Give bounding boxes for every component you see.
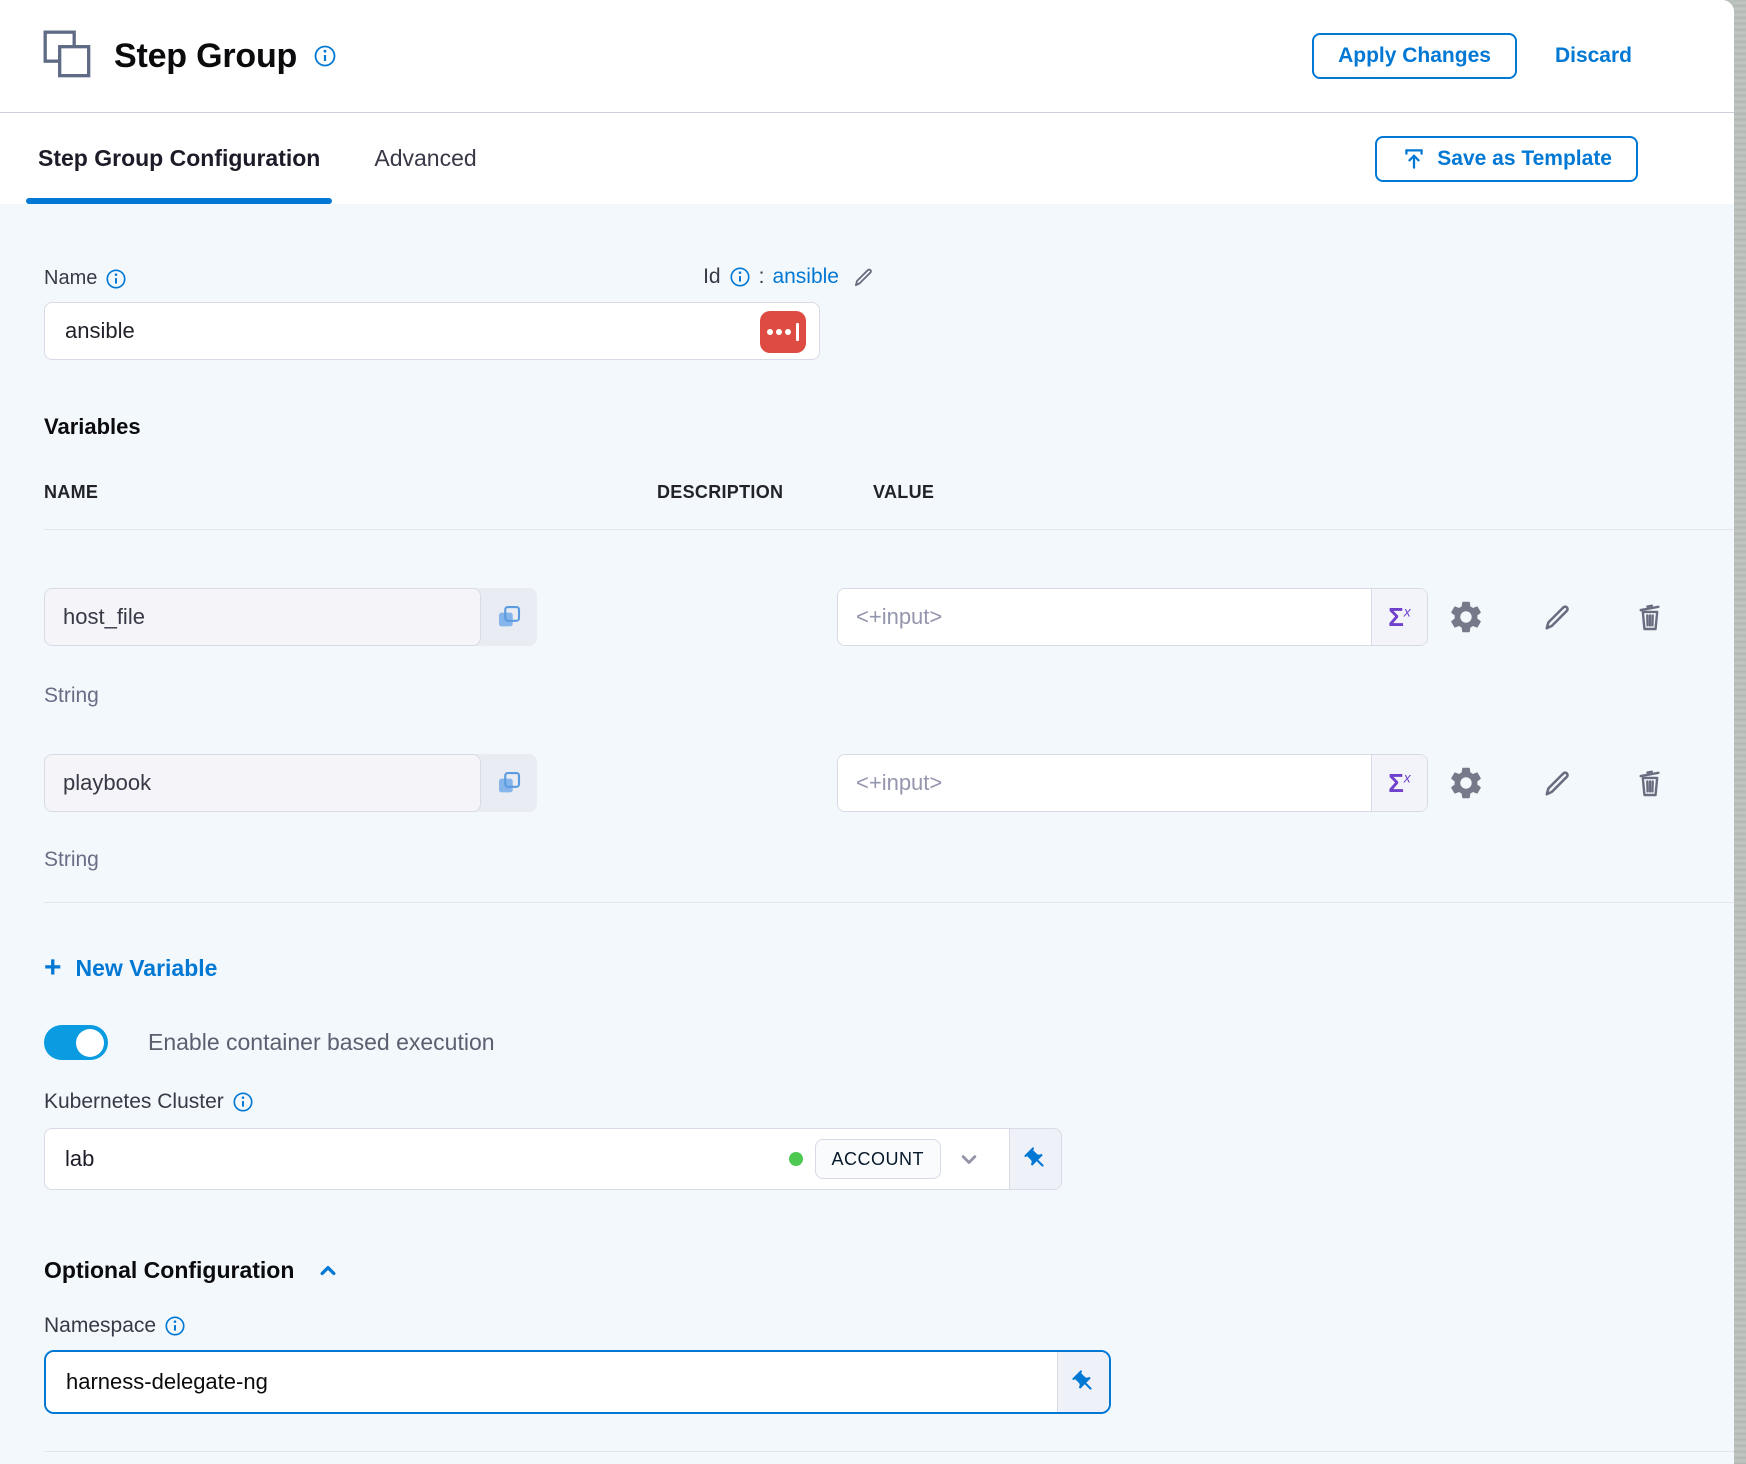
id-value: ansible [772,265,839,289]
name-label: Name [44,267,97,290]
variable-type-label: String [44,848,1734,872]
kubernetes-cluster-label: Kubernetes Cluster [44,1090,224,1114]
variable-row-host-file: Σx [44,588,1734,646]
scrollbar[interactable] [1734,0,1746,1464]
upload-icon [1401,146,1427,172]
container-execution-label: Enable container based execution [148,1029,495,1056]
variable-row-playbook: Σx [44,754,1734,812]
namespace-info-icon[interactable] [164,1315,186,1337]
chevron-up-icon [314,1256,342,1284]
kubernetes-cluster-input[interactable] [45,1146,789,1172]
divider [44,529,1734,530]
optional-configuration-title: Optional Configuration [44,1257,294,1284]
copy-icon[interactable] [481,588,537,646]
connector-status-dot [789,1152,803,1166]
tab-step-group-configuration[interactable]: Step Group Configuration [26,113,332,204]
variable-name-input[interactable] [44,754,481,812]
optional-configuration-toggle[interactable]: Optional Configuration [44,1256,342,1284]
namespace-label: Namespace [44,1314,156,1338]
expression-input-type-icon[interactable]: Σx [1371,755,1427,811]
namespace-input[interactable] [46,1352,1057,1412]
step-group-configuration-panel: Name Id : ansible [0,204,1734,1464]
copy-icon[interactable] [481,754,537,812]
info-icon[interactable] [313,44,337,68]
save-as-template-button[interactable]: Save as Template [1375,136,1638,182]
id-separator: : [759,265,765,289]
column-header-description: DESCRIPTION [657,482,873,503]
delete-variable-button[interactable] [1630,597,1670,637]
tab-bar: Step Group Configuration Advanced Save a… [0,113,1734,204]
name-label-row: Name [44,267,127,290]
name-input[interactable] [44,302,820,360]
edit-id-icon[interactable] [851,264,877,290]
discard-button[interactable]: Discard [1555,44,1632,68]
toggle-knob [76,1029,104,1057]
password-manager-fill-icon[interactable] [760,311,806,353]
id-label: Id [703,265,721,289]
kubernetes-cluster-info-icon[interactable] [232,1091,254,1113]
step-group-drawer: Step Group Apply Changes Discard Step Gr… [0,0,1734,1464]
id-line: Id : ansible [703,264,877,290]
variables-title: Variables [44,414,1734,440]
tab-advanced[interactable]: Advanced [362,113,488,204]
new-variable-button[interactable]: + New Variable [44,953,217,983]
kubernetes-cluster-select: ACCOUNT [44,1128,1062,1190]
variable-value-input[interactable] [838,589,1371,645]
pin-icon-button[interactable] [1009,1129,1061,1189]
variable-settings-button[interactable] [1446,597,1486,637]
variable-value-input[interactable] [838,755,1371,811]
variable-name-input[interactable] [44,588,481,646]
plus-icon: + [44,953,62,983]
divider [44,1451,1734,1452]
delete-variable-button[interactable] [1630,763,1670,803]
step-group-icon [40,27,98,85]
pin-icon-button[interactable] [1057,1352,1109,1412]
name-info-icon[interactable] [105,268,127,290]
scope-badge: ACCOUNT [815,1139,942,1179]
kubernetes-cluster-label-row: Kubernetes Cluster [44,1090,1734,1114]
container-execution-toggle[interactable] [44,1025,108,1060]
apply-changes-button[interactable]: Apply Changes [1312,33,1517,79]
namespace-field [44,1350,1111,1414]
id-info-icon[interactable] [729,266,751,288]
column-header-name: NAME [44,482,657,503]
column-header-value: VALUE [873,482,934,503]
divider [44,902,1734,903]
variables-column-headers: NAME DESCRIPTION VALUE [44,482,1734,503]
page-title: Step Group [114,37,297,76]
chevron-down-icon[interactable] [941,1145,993,1173]
header: Step Group Apply Changes Discard [0,0,1734,113]
edit-variable-button[interactable] [1538,597,1578,637]
variable-type-label: String [44,684,1734,708]
variable-settings-button[interactable] [1446,763,1486,803]
edit-variable-button[interactable] [1538,763,1578,803]
expression-input-type-icon[interactable]: Σx [1371,589,1427,645]
namespace-label-row: Namespace [44,1314,1734,1338]
